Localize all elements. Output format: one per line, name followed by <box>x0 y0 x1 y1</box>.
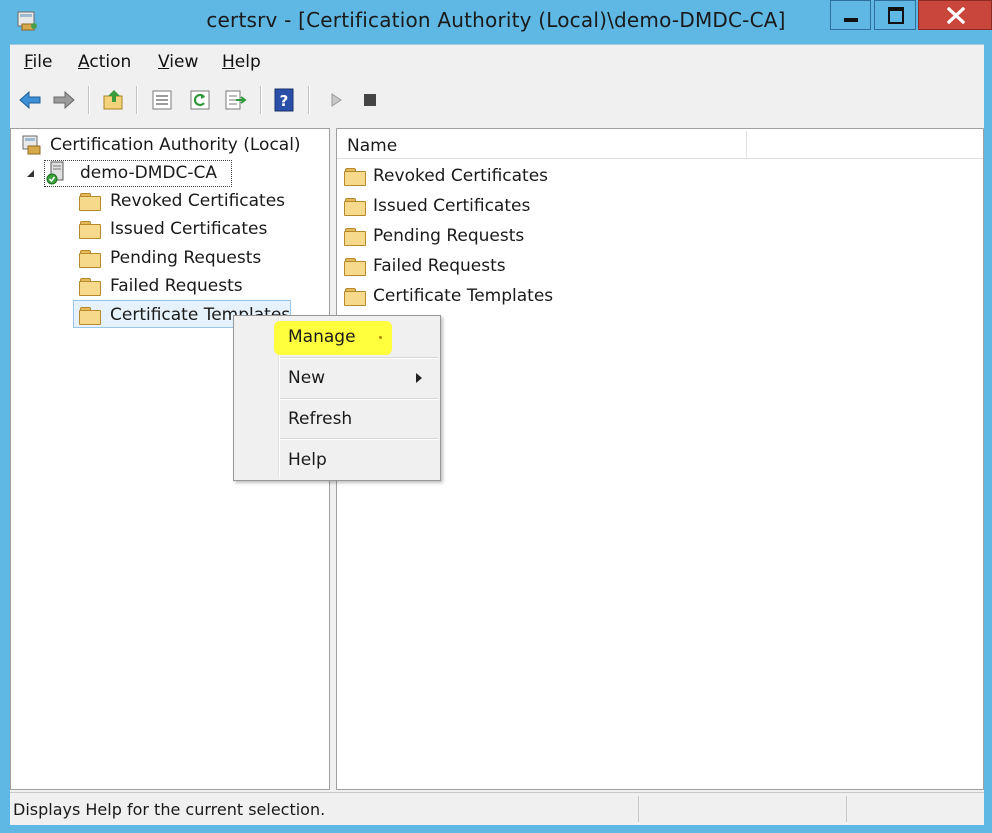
status-text: Displays Help for the current selection. <box>13 800 326 819</box>
refresh-icon[interactable] <box>188 88 212 112</box>
close-icon <box>947 7 965 24</box>
context-menu-separator <box>280 438 438 440</box>
list-item[interactable]: Certificate Templates <box>344 282 744 310</box>
menu-bar: File Action View Help <box>10 44 984 81</box>
tree-root-label: Certification Authority (Local) <box>50 135 301 155</box>
context-menu-new[interactable]: New <box>236 359 438 397</box>
list-item[interactable]: Issued Certificates <box>344 192 744 220</box>
status-divider <box>846 796 847 822</box>
list-item[interactable]: Failed Requests <box>344 252 744 280</box>
tree-item-revoked-certificates[interactable]: Revoked Certificates <box>78 187 308 215</box>
context-menu-help[interactable]: Help <box>236 441 438 479</box>
toolbar-separator <box>88 86 90 114</box>
tree-root-node[interactable]: Certification Authority (Local) <box>20 131 310 159</box>
help-icon[interactable]: ? <box>272 88 296 112</box>
folder-icon <box>79 278 101 296</box>
minimize-button[interactable] <box>830 0 871 30</box>
context-menu: Manage New Refresh Help <box>233 315 441 481</box>
focus-rectangle <box>44 160 232 187</box>
toolbar: ? <box>10 80 984 121</box>
tree-item-issued-certificates[interactable]: Issued Certificates <box>78 215 308 243</box>
toolbar-separator <box>136 86 138 114</box>
folder-icon <box>344 228 366 246</box>
expanded-chevron-icon[interactable] <box>26 169 35 178</box>
maximize-button[interactable] <box>874 0 916 30</box>
status-divider <box>638 796 639 822</box>
list-item[interactable]: Revoked Certificates <box>344 162 744 190</box>
menu-view[interactable]: View <box>158 52 198 72</box>
submenu-arrow-icon <box>416 373 422 383</box>
menu-action[interactable]: Action <box>78 52 131 72</box>
folder-icon <box>79 250 101 268</box>
up-folder-icon[interactable] <box>102 88 126 112</box>
back-icon[interactable] <box>18 88 42 112</box>
start-service-icon[interactable] <box>324 88 348 112</box>
status-bar: Displays Help for the current selection. <box>10 792 984 825</box>
column-header-filler <box>747 131 983 159</box>
column-header-name[interactable]: Name <box>337 131 747 159</box>
context-menu-refresh[interactable]: Refresh <box>236 400 438 438</box>
title-bar: certsrv - [Certification Authority (Loca… <box>0 0 992 44</box>
folder-icon <box>79 307 101 325</box>
maximize-icon <box>888 7 904 24</box>
forward-icon[interactable] <box>52 88 76 112</box>
list-item[interactable]: Pending Requests <box>344 222 744 250</box>
minimize-icon <box>844 18 858 22</box>
toolbar-separator <box>260 86 262 114</box>
mmc-window: certsrv - [Certification Authority (Loca… <box>0 0 992 833</box>
folder-icon <box>79 221 101 239</box>
folder-icon <box>344 198 366 216</box>
certification-authority-icon <box>22 135 41 155</box>
menu-help[interactable]: Help <box>222 52 261 72</box>
folder-icon <box>344 258 366 276</box>
menu-file[interactable]: File <box>24 52 52 72</box>
context-menu-manage[interactable]: Manage <box>236 318 438 356</box>
close-button[interactable] <box>918 0 992 30</box>
cursor-dot-icon <box>379 336 382 339</box>
stop-service-icon[interactable] <box>358 88 382 112</box>
export-list-icon[interactable] <box>224 88 248 112</box>
folder-icon <box>344 288 366 306</box>
svg-text:?: ? <box>280 92 289 110</box>
toolbar-separator <box>308 86 310 114</box>
properties-icon[interactable] <box>150 88 174 112</box>
tree-item-pending-requests[interactable]: Pending Requests <box>78 244 308 272</box>
folder-icon <box>79 193 101 211</box>
tree-item-failed-requests[interactable]: Failed Requests <box>78 272 308 300</box>
folder-icon <box>344 168 366 186</box>
